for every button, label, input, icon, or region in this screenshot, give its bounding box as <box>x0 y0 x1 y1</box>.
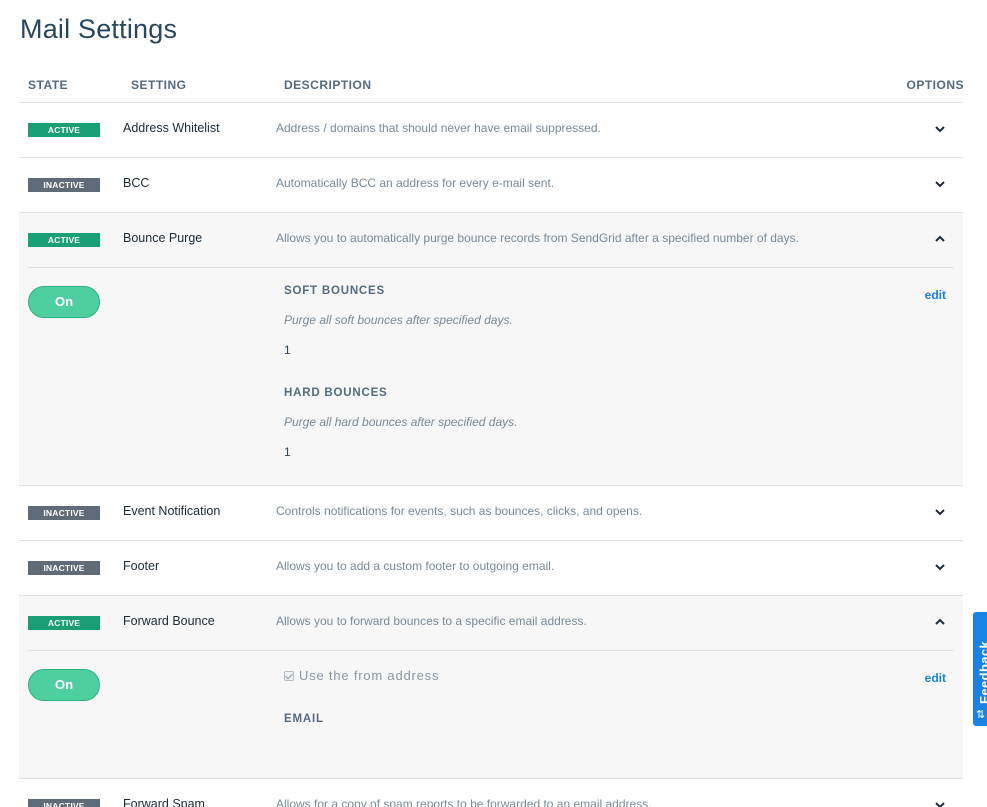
chevron-down-icon[interactable] <box>934 123 946 135</box>
status-badge: ACTIVE <box>28 233 100 247</box>
soft-bounces-heading: SOFT BOUNCES <box>284 285 385 297</box>
status-badge: ACTIVE <box>28 616 100 630</box>
checkbox-label: Use the from address <box>299 668 440 683</box>
column-header-setting: SETTING <box>131 78 187 92</box>
page-title: Mail Settings <box>20 14 178 44</box>
setting-name: Event Notification <box>123 504 221 518</box>
column-header-description: DESCRIPTION <box>284 78 372 92</box>
hard-bounces-heading: HARD BOUNCES <box>284 387 388 399</box>
status-badge: INACTIVE <box>28 561 100 575</box>
feedback-tab[interactable]: Feedback ⇅ <box>973 612 987 726</box>
use-from-address-checkbox[interactable]: Use the from address <box>284 668 439 683</box>
edit-link[interactable]: edit <box>925 288 946 302</box>
setting-name: Forward Spam <box>123 797 205 807</box>
chevron-down-icon[interactable] <box>934 506 946 518</box>
setting-row-bcc: INACTIVE BCC Automatically BCC an addres… <box>19 158 963 213</box>
setting-row-event-notification: INACTIVE Event Notification Controls not… <box>19 486 963 541</box>
setting-description: Allows you to forward bounces to a speci… <box>276 614 587 628</box>
setting-row-header[interactable]: INACTIVE BCC Automatically BCC an addres… <box>19 158 963 212</box>
setting-description: Allows you to automatically purge bounce… <box>276 231 799 245</box>
setting-description: Automatically BCC an address for every e… <box>276 176 555 190</box>
setting-row-header[interactable]: ACTIVE Address Whitelist Address / domai… <box>19 103 963 157</box>
column-header-options: OPTIONS <box>906 78 964 92</box>
bounce-purge-detail: On SOFT BOUNCES Purge all soft bounces a… <box>28 267 954 485</box>
setting-row-header[interactable]: ACTIVE Bounce Purge Allows you to automa… <box>19 213 963 267</box>
chevron-up-icon[interactable] <box>934 616 946 628</box>
toggle-switch[interactable]: On <box>28 286 100 318</box>
soft-bounces-description: Purge all soft bounces after specified d… <box>284 313 513 327</box>
setting-name: Footer <box>123 559 160 573</box>
setting-name: Forward Bounce <box>123 614 215 628</box>
table-header: STATE SETTING DESCRIPTION OPTIONS <box>19 65 964 103</box>
status-badge: INACTIVE <box>28 799 100 807</box>
hard-bounces-value: 1 <box>284 445 291 459</box>
setting-row-footer: INACTIVE Footer Allows you to add a cust… <box>19 541 963 596</box>
setting-description: Address / domains that should never have… <box>276 121 601 135</box>
chevron-down-icon[interactable] <box>934 178 946 190</box>
setting-name: Address Whitelist <box>123 121 220 135</box>
setting-row-header[interactable]: INACTIVE Footer Allows you to add a cust… <box>19 541 963 595</box>
setting-name: Bounce Purge <box>123 231 203 245</box>
setting-row-header[interactable]: INACTIVE Event Notification Controls not… <box>19 486 963 540</box>
sliders-icon: ⇅ <box>976 709 986 721</box>
status-badge: ACTIVE <box>28 123 100 137</box>
setting-row-forward-spam: INACTIVE Forward Spam Allows for a copy … <box>19 779 963 807</box>
setting-name: BCC <box>123 176 150 190</box>
chevron-down-icon[interactable] <box>934 561 946 573</box>
hard-bounces-description: Purge all hard bounces after specified d… <box>284 415 518 429</box>
setting-row-header[interactable]: ACTIVE Forward Bounce Allows you to forw… <box>19 596 963 650</box>
email-heading: EMAIL <box>284 713 324 725</box>
setting-row-bounce-purge: ACTIVE Bounce Purge Allows you to automa… <box>19 213 963 486</box>
setting-description: Allows you to add a custom footer to out… <box>276 559 555 573</box>
chevron-up-icon[interactable] <box>934 233 946 245</box>
chevron-down-icon[interactable] <box>934 799 946 807</box>
status-badge: INACTIVE <box>28 506 100 520</box>
setting-description: Controls notifications for events, such … <box>276 504 643 518</box>
mail-settings-table: STATE SETTING DESCRIPTION OPTIONS ACTIVE… <box>19 65 964 807</box>
setting-description: Allows for a copy of spam reports to be … <box>276 797 652 807</box>
checkbox-checked-icon[interactable] <box>284 671 294 681</box>
setting-row-forward-bounce: ACTIVE Forward Bounce Allows you to forw… <box>19 596 963 779</box>
feedback-label: Feedback <box>977 640 987 704</box>
setting-row-address-whitelist: ACTIVE Address Whitelist Address / domai… <box>19 103 963 158</box>
edit-link[interactable]: edit <box>925 671 946 685</box>
status-badge: INACTIVE <box>28 178 100 192</box>
soft-bounces-value: 1 <box>284 343 291 357</box>
toggle-switch[interactable]: On <box>28 669 100 701</box>
column-header-state: STATE <box>28 78 69 92</box>
forward-bounce-detail: On Use the from address EMAIL edit <box>28 650 954 778</box>
setting-row-header[interactable]: INACTIVE Forward Spam Allows for a copy … <box>19 779 963 807</box>
